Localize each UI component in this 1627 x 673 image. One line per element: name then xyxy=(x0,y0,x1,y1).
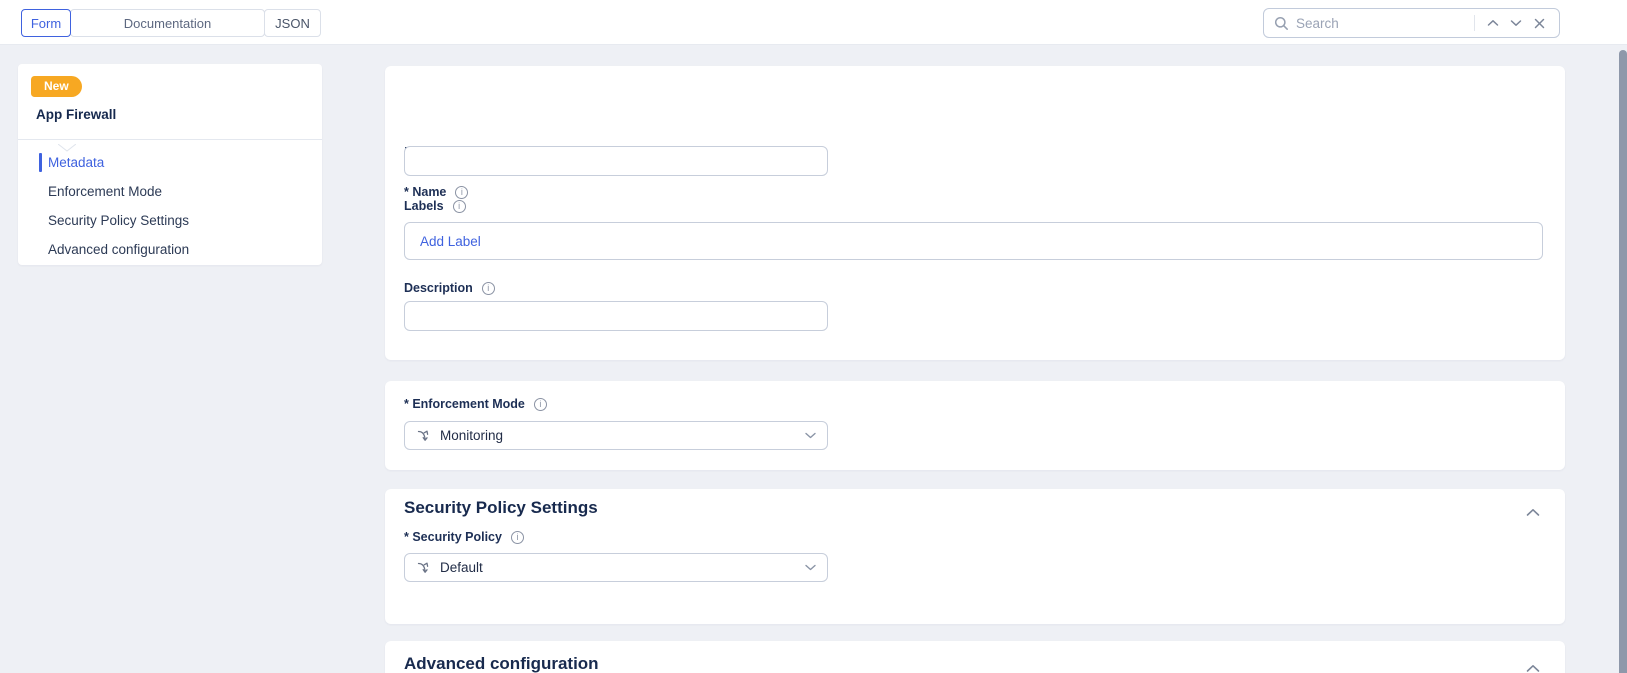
tab-json[interactable]: JSON xyxy=(264,9,321,37)
chevron-down-icon xyxy=(1510,19,1522,27)
content-area: New App Firewall Metadata Enforcement Mo… xyxy=(0,45,1627,673)
sidebar-nav: Metadata Enforcement Mode Security Polic… xyxy=(18,148,322,264)
security-policy-label-text: * Security Policy xyxy=(404,530,502,544)
sidebar-item-advanced-configuration[interactable]: Advanced configuration xyxy=(18,235,322,264)
enforcement-mode-section: * Enforcement Mode i Monitoring xyxy=(385,381,1565,470)
topbar: Form Documentation JSON xyxy=(0,0,1627,45)
sidebar-item-security-policy-settings[interactable]: Security Policy Settings xyxy=(18,206,322,235)
scrollbar-thumb[interactable] xyxy=(1619,50,1627,673)
sidebar-item-metadata[interactable]: Metadata xyxy=(18,148,322,177)
search-input[interactable] xyxy=(1296,16,1467,31)
name-input[interactable] xyxy=(404,146,828,176)
search-close-button[interactable] xyxy=(1528,11,1551,35)
enforcement-mode-value: Monitoring xyxy=(440,428,503,443)
tab-documentation[interactable]: Documentation xyxy=(70,9,265,37)
chevron-up-icon xyxy=(1526,664,1540,673)
search-divider xyxy=(1474,15,1475,31)
app-firewall-create-screen: Form Documentation JSON xyxy=(0,0,1627,673)
tab-form[interactable]: Form xyxy=(21,9,71,37)
chevron-up-icon xyxy=(1487,19,1499,27)
collapse-advanced-button[interactable] xyxy=(1523,658,1543,673)
sidebar-item-enforcement-mode[interactable]: Enforcement Mode xyxy=(18,177,322,206)
close-icon xyxy=(1534,18,1545,29)
security-policy-section: Security Policy Settings * Security Poli… xyxy=(385,489,1565,624)
labels-input[interactable]: Add Label xyxy=(404,222,1543,260)
labels-label-text: Labels xyxy=(404,199,444,213)
search-prev-button[interactable] xyxy=(1482,11,1505,35)
advanced-configuration-section: Advanced configuration xyxy=(385,641,1565,673)
enforcement-mode-select[interactable]: Monitoring xyxy=(404,421,828,450)
branch-arrows-icon xyxy=(416,560,431,575)
security-policy-heading: Security Policy Settings xyxy=(404,498,598,518)
search-icon xyxy=(1274,16,1289,31)
info-icon[interactable]: i xyxy=(455,186,468,199)
advanced-configuration-heading: Advanced configuration xyxy=(404,654,599,673)
info-icon[interactable]: i xyxy=(482,282,495,295)
collapse-security-button[interactable] xyxy=(1523,502,1543,522)
page-scrollbar[interactable] xyxy=(1619,0,1627,673)
chevron-down-icon xyxy=(805,564,816,571)
chevron-down-icon xyxy=(805,432,816,439)
security-policy-label: * Security Policy i xyxy=(404,530,524,544)
enforcement-mode-label: * Enforcement Mode i xyxy=(404,397,547,411)
security-policy-select[interactable]: Default xyxy=(404,553,828,582)
security-policy-value: Default xyxy=(440,560,483,575)
name-label: * Name i xyxy=(404,185,468,199)
metadata-section: Metadata i * Name i Labels i Add Label D… xyxy=(385,66,1565,360)
description-label-text: Description xyxy=(404,281,473,295)
name-label-text: * Name xyxy=(404,185,446,199)
sidebar: New App Firewall Metadata Enforcement Mo… xyxy=(18,64,322,265)
new-badge: New xyxy=(31,76,82,97)
description-label: Description i xyxy=(404,281,495,295)
search-next-button[interactable] xyxy=(1505,11,1528,35)
search-box[interactable] xyxy=(1263,8,1560,38)
labels-label: Labels i xyxy=(404,199,466,213)
info-icon[interactable]: i xyxy=(453,200,466,213)
info-icon[interactable]: i xyxy=(511,531,524,544)
enforcement-mode-label-text: * Enforcement Mode xyxy=(404,397,525,411)
view-tabs: Form Documentation JSON xyxy=(21,9,321,37)
sidebar-title: App Firewall xyxy=(36,107,116,122)
description-input[interactable] xyxy=(404,301,828,331)
branch-arrows-icon xyxy=(416,428,431,443)
info-icon[interactable]: i xyxy=(534,398,547,411)
chevron-up-icon xyxy=(1526,508,1540,517)
add-label-button[interactable]: Add Label xyxy=(420,234,481,249)
